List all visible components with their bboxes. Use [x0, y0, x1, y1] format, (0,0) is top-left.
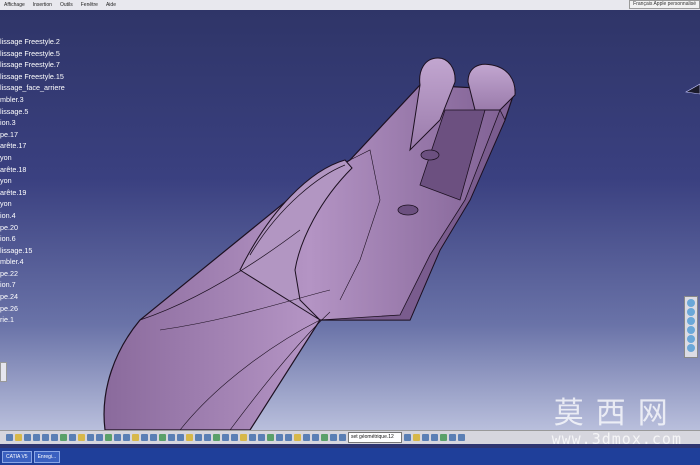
translate-icon[interactable] [231, 434, 238, 441]
tree-node[interactable]: arête.18 [0, 164, 65, 176]
plane-icon[interactable] [132, 434, 139, 441]
specification-tree: lissage Freestyle.2 lissage Freestyle.5 … [0, 36, 65, 326]
tree-node[interactable]: lissage Freestyle.7 [0, 59, 65, 71]
tool-icon[interactable] [687, 308, 695, 316]
collapsed-panel-handle[interactable] [0, 362, 7, 382]
tree-node[interactable]: lissage.5 [0, 106, 65, 118]
formula-icon[interactable] [422, 434, 429, 441]
scaling-icon[interactable] [258, 434, 265, 441]
dropdown-chevron-icon[interactable] [404, 434, 411, 441]
taskbar: CATIA V5 Enregi... [0, 448, 700, 465]
trim-icon[interactable] [213, 434, 220, 441]
axis-system-icon[interactable] [312, 434, 319, 441]
tree-node[interactable]: rie.1 [0, 314, 65, 326]
menu-item-affichage[interactable]: Affichage [4, 2, 25, 8]
rotate-icon[interactable] [33, 434, 40, 441]
revolve-icon[interactable] [150, 434, 157, 441]
tree-node[interactable]: pe.17 [0, 129, 65, 141]
tree-node[interactable]: yon [0, 175, 65, 187]
language-indicator[interactable]: Français Apple personnalisé [629, 0, 700, 9]
tree-node[interactable]: lissage Freestyle.5 [0, 48, 65, 60]
tree-node[interactable]: pe.26 [0, 303, 65, 315]
surface-icon[interactable] [339, 434, 346, 441]
parameter-icon[interactable] [431, 434, 438, 441]
law-icon[interactable] [440, 434, 447, 441]
tool-icon[interactable] [687, 326, 695, 334]
sketcher-icon[interactable] [105, 434, 112, 441]
fit-all-icon[interactable] [15, 434, 22, 441]
menu-item-fenetre[interactable]: Fenêtre [81, 2, 98, 8]
swap-space-icon[interactable] [96, 434, 103, 441]
catalog-icon[interactable] [449, 434, 456, 441]
tree-node[interactable]: yon [0, 152, 65, 164]
multi-section-icon[interactable] [177, 434, 184, 441]
tree-node[interactable]: lissage Freestyle.2 [0, 36, 65, 48]
measure-icon[interactable] [276, 434, 283, 441]
hide-show-icon[interactable] [87, 434, 94, 441]
sketch-icon[interactable] [321, 434, 328, 441]
zoom-out-icon[interactable] [51, 434, 58, 441]
blend-icon[interactable] [186, 434, 193, 441]
tree-node[interactable]: ion.7 [0, 279, 65, 291]
tree-node[interactable]: arête.17 [0, 140, 65, 152]
compass-icon[interactable] [682, 82, 700, 96]
tool-icon[interactable] [687, 335, 695, 343]
pan-icon[interactable] [24, 434, 31, 441]
update-icon[interactable] [294, 434, 301, 441]
tree-node[interactable]: lissage_face_arriere [0, 82, 65, 94]
watermark: 莫西网 www.3dmox.com [551, 396, 682, 449]
geometric-set-icon[interactable] [303, 434, 310, 441]
tool-icon[interactable] [687, 299, 695, 307]
watermark-chinese: 莫西网 [553, 396, 680, 431]
tree-node[interactable]: lissage Freestyle.15 [0, 71, 65, 83]
taskbar-item-catia[interactable]: CATIA V5 [2, 450, 32, 463]
knowledge-icon[interactable] [413, 434, 420, 441]
geometric-set-select[interactable]: set géométrique.12 [348, 432, 402, 443]
taskbar-item-save[interactable]: Enregi... [33, 450, 61, 463]
tree-node[interactable]: ion.4 [0, 210, 65, 222]
cad-part-model [103, 57, 516, 430]
tree-node[interactable]: pe.22 [0, 268, 65, 280]
zoom-in-icon[interactable] [42, 434, 49, 441]
tree-node[interactable]: arête.19 [0, 187, 65, 199]
tool-icon[interactable] [687, 344, 695, 352]
watermark-url: www.3dmox.com [551, 430, 682, 448]
tree-node[interactable]: mbler.3 [0, 94, 65, 106]
shading-icon[interactable] [78, 434, 85, 441]
iso-view-icon[interactable] [69, 434, 76, 441]
tree-node[interactable]: ion.6 [0, 233, 65, 245]
join-icon[interactable] [195, 434, 202, 441]
tree-node[interactable]: mbler.4 [0, 256, 65, 268]
tree-node[interactable]: pe.24 [0, 291, 65, 303]
menu-bar: Affichage Insertion Outils Fenêtre Aide [0, 0, 700, 10]
point-icon[interactable] [114, 434, 121, 441]
tree-node[interactable]: yon [0, 198, 65, 210]
tree-node[interactable]: lissage.15 [0, 245, 65, 257]
render-icon[interactable] [458, 434, 465, 441]
menu-item-insertion[interactable]: Insertion [33, 2, 52, 8]
extrude-icon[interactable] [141, 434, 148, 441]
rotate-feature-icon[interactable] [240, 434, 247, 441]
extrapolate-icon[interactable] [267, 434, 274, 441]
sweep-icon[interactable] [159, 434, 166, 441]
fill-icon[interactable] [168, 434, 175, 441]
menu-item-outils[interactable]: Outils [60, 2, 73, 8]
line-icon[interactable] [123, 434, 130, 441]
symmetry-icon[interactable] [249, 434, 256, 441]
menu-item-aide[interactable]: Aide [106, 2, 116, 8]
3d-viewport[interactable]: lissage Freestyle.2 lissage Freestyle.5 … [0, 10, 700, 430]
curve-icon[interactable] [330, 434, 337, 441]
tree-node[interactable]: pe.20 [0, 222, 65, 234]
tool-icon[interactable] [687, 317, 695, 325]
select-icon[interactable] [6, 434, 13, 441]
tree-node[interactable]: ion.3 [0, 117, 65, 129]
split-icon[interactable] [204, 434, 211, 441]
normal-view-icon[interactable] [60, 434, 67, 441]
fillet-icon[interactable] [222, 434, 229, 441]
right-toolbar [684, 296, 698, 358]
analysis-icon[interactable] [285, 434, 292, 441]
